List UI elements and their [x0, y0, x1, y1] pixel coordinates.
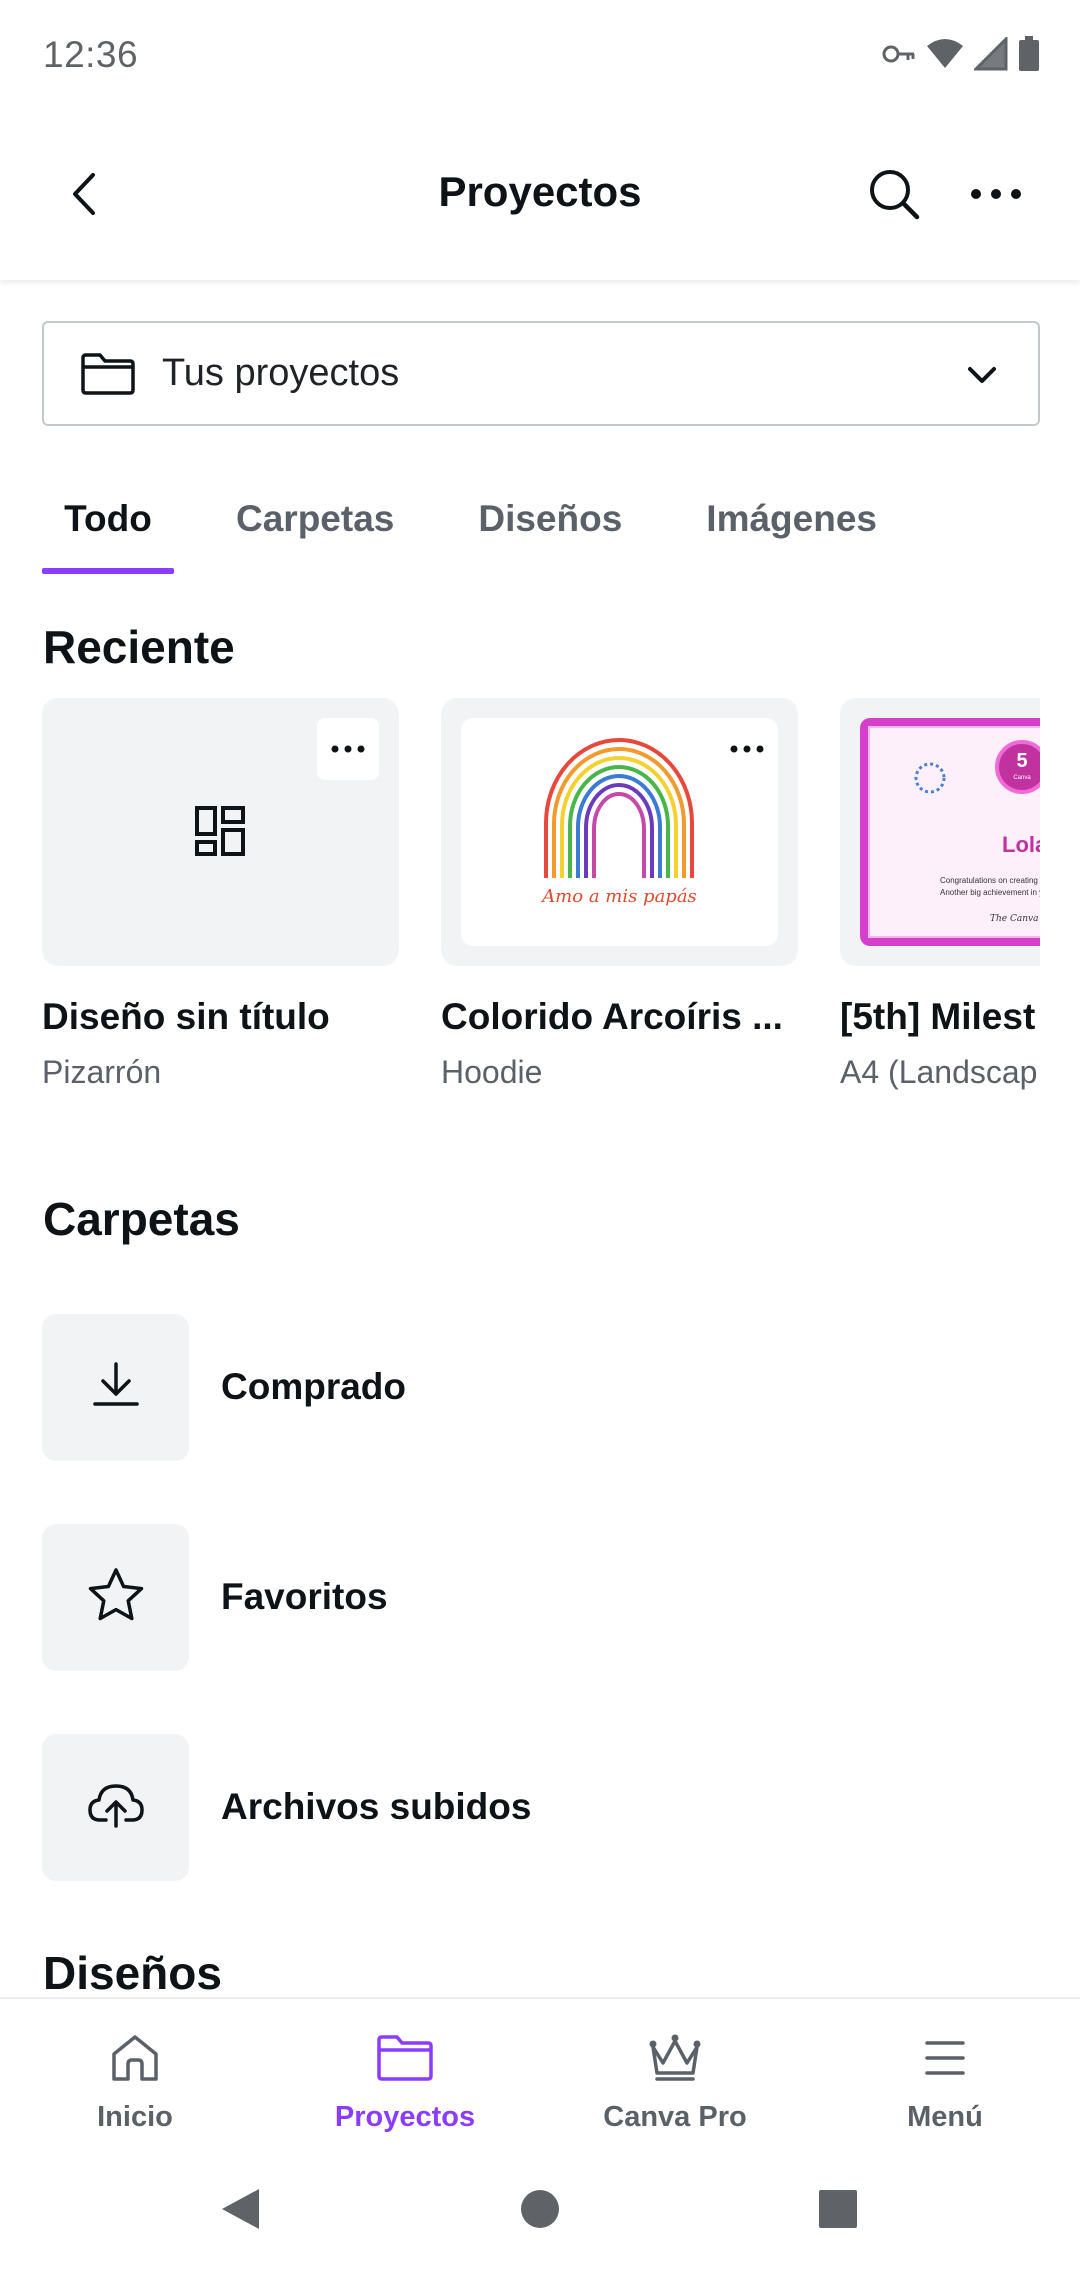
nav-item-proyectos[interactable]: Proyectos: [270, 1999, 540, 2149]
recent-section-title: Reciente: [43, 621, 235, 673]
designs-section-title: Diseños: [43, 1947, 222, 1999]
design-thumbnail[interactable]: 5 Canva Lola Congratulations on creating…: [840, 698, 1040, 966]
triangle-back-icon: [219, 2187, 261, 2236]
nav-label: Inicio: [97, 2101, 173, 2133]
bottom-navigation: Inicio Proyectos Canva Pro Menú: [0, 1997, 1080, 2147]
folder-item-archivos-subidos[interactable]: Archivos subidos: [42, 1733, 1040, 1881]
status-bar: 12:36: [0, 0, 1080, 112]
folder-item-comprado[interactable]: Comprado: [42, 1313, 1040, 1461]
folder-tile: [42, 1733, 189, 1881]
layout-grid-icon: [194, 805, 246, 862]
recent-carousel: Diseño sin título Pizarrón Amo a mis pap…: [42, 698, 1040, 1118]
status-icons: [882, 34, 1040, 77]
system-home-button[interactable]: [510, 2181, 570, 2241]
design-type: Pizarrón: [42, 1054, 162, 1090]
design-name: Colorido Arcoíris ...: [441, 996, 783, 1037]
recent-design-card[interactable]: Diseño sin título Pizarrón: [42, 698, 399, 1091]
more-horizontal-icon: [970, 187, 1022, 205]
nav-label: Menú: [907, 2101, 983, 2133]
design-more-button[interactable]: [317, 718, 379, 780]
system-navigation-bar: [0, 2147, 1080, 2270]
rainbow-caption: Amo a mis papás: [542, 886, 697, 907]
design-thumbnail[interactable]: Amo a mis papás: [441, 698, 798, 966]
nav-item-canva-pro[interactable]: Canva Pro: [540, 1999, 810, 2149]
more-horizontal-icon: [730, 740, 764, 758]
design-type: Hoodie: [441, 1054, 543, 1090]
certificate-line-2: Another big achievement in yo: [940, 888, 1040, 897]
folder-label: Favoritos: [221, 1576, 388, 1617]
search-icon: [867, 167, 921, 226]
system-recents-button[interactable]: [808, 2181, 868, 2241]
app-bar: Proyectos: [0, 112, 1080, 280]
cloud-upload-icon: [86, 1780, 146, 1835]
tab-imagenes[interactable]: Imágenes: [686, 480, 897, 576]
recent-design-card[interactable]: 5 Canva Lola Congratulations on creating…: [840, 698, 1040, 1091]
wifi-icon: [926, 38, 964, 75]
star-icon: [86, 1566, 146, 1629]
tab-bar: Todo Carpetas Diseños Imágenes: [42, 480, 897, 576]
search-button[interactable]: [860, 162, 928, 230]
certificate-line-1: Congratulations on creating 5: [940, 876, 1040, 885]
nav-item-inicio[interactable]: Inicio: [0, 1999, 270, 2149]
folder-item-favoritos[interactable]: Favoritos: [42, 1523, 1040, 1671]
nav-label: Canva Pro: [603, 2101, 747, 2133]
download-icon: [91, 1360, 141, 1415]
system-back-button[interactable]: [210, 2181, 270, 2241]
award-badge: 5 Canva: [995, 740, 1040, 794]
design-thumbnail[interactable]: [42, 698, 399, 966]
home-icon: [109, 2032, 161, 2089]
folder-tile: [42, 1523, 189, 1671]
certificate-name: Lola: [1002, 832, 1040, 857]
design-name: [5th] Milest: [840, 996, 1036, 1037]
project-selector-value: Tus proyectos: [162, 352, 400, 394]
more-options-button[interactable]: [962, 162, 1030, 230]
recent-design-card[interactable]: Amo a mis papás Colorido Arcoíris ... Ho…: [441, 698, 798, 1091]
nav-label: Proyectos: [334, 2101, 476, 2133]
decoration-icon: [914, 762, 946, 794]
status-time: 12:36: [43, 34, 139, 75]
tab-disenos[interactable]: Diseños: [458, 480, 642, 576]
tab-todo[interactable]: Todo: [42, 480, 174, 576]
design-type: A4 (Landscap: [840, 1054, 1038, 1090]
circle-home-icon: [519, 2188, 561, 2235]
hamburger-menu-icon: [923, 2038, 967, 2083]
award-badge-number: 5: [1016, 750, 1028, 772]
folders-section-title: Carpetas: [43, 1193, 240, 1245]
folder-label: Archivos subidos: [221, 1786, 532, 1827]
certificate-artwork: 5 Canva Lola Congratulations on creating…: [860, 718, 1040, 946]
award-badge-label: Canva: [1013, 775, 1031, 781]
folder-label: Comprado: [221, 1366, 406, 1407]
folder-icon: [376, 2034, 434, 2087]
crown-icon: [645, 2033, 705, 2088]
nav-item-menu[interactable]: Menú: [810, 1999, 1080, 2149]
folder-icon: [80, 349, 140, 399]
project-selector-dropdown[interactable]: Tus proyectos: [42, 321, 1040, 426]
design-more-button[interactable]: [716, 718, 778, 780]
chevron-down-icon: [960, 353, 1004, 397]
more-horizontal-icon: [331, 740, 365, 758]
square-recents-icon: [818, 2189, 858, 2234]
battery-icon: [1018, 35, 1040, 77]
folder-tile: [42, 1313, 189, 1461]
certificate-signature: The Canva Te: [990, 914, 1040, 924]
design-name: Diseño sin título: [42, 996, 330, 1037]
vpn-key-icon: [882, 42, 916, 71]
tab-carpetas[interactable]: Carpetas: [216, 480, 414, 576]
cellular-signal-icon: [972, 34, 1008, 76]
